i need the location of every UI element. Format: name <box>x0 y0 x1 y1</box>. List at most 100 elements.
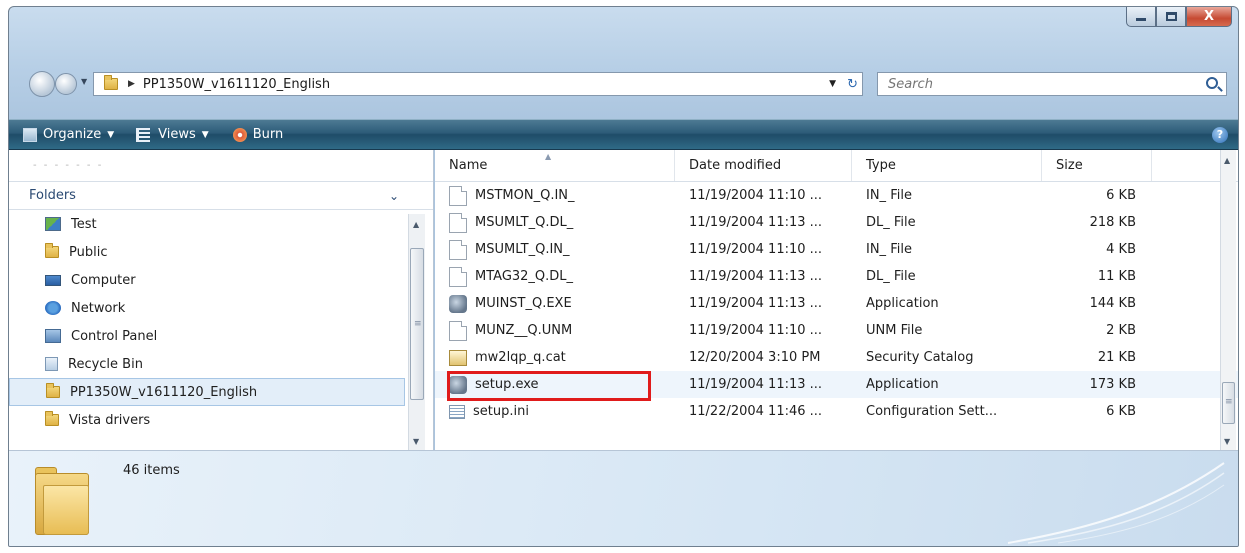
file-type: Security Catalog <box>866 350 974 365</box>
scroll-down-icon[interactable]: ▼ <box>1224 437 1230 446</box>
file-name-cell: mw2lqp_q.cat <box>435 349 675 366</box>
maximize-button[interactable] <box>1156 7 1186 27</box>
scroll-down-icon[interactable]: ▼ <box>413 437 419 446</box>
file-row[interactable]: MSUMLT_Q.IN_ 11/19/2004 11:10 ... IN_ Fi… <box>435 236 1238 263</box>
folder-tree: Test Public Computer Network Control Pan… <box>9 210 433 434</box>
file-row-setup-exe[interactable]: setup.exe 11/19/2004 11:13 ... Applicati… <box>435 371 1238 398</box>
burn-button[interactable]: Burn <box>223 127 283 142</box>
help-icon[interactable]: ? <box>1212 126 1228 143</box>
grip-icon: ≡ <box>414 319 422 329</box>
scroll-up-icon[interactable]: ▲ <box>1224 156 1230 165</box>
sidebar-item-label: Control Panel <box>71 328 158 344</box>
search-input[interactable] <box>888 76 1188 92</box>
sidebar-item-label: Network <box>71 300 126 316</box>
folder-tree-scrollbar[interactable]: ▲ ≡ ▼ <box>408 214 425 450</box>
file-name-cell: MSUMLT_Q.DL_ <box>435 212 675 233</box>
sidebar-item-test[interactable]: Test <box>9 210 433 238</box>
scroll-up-icon[interactable]: ▲ <box>413 220 419 229</box>
file-date: 11/22/2004 11:46 ... <box>689 404 823 419</box>
file-name: MUINST_Q.EXE <box>475 296 572 311</box>
address-path[interactable]: PP1350W_v1611120_English <box>143 77 330 92</box>
file-size: 11 KB <box>1097 269 1136 284</box>
sidebar-item-public[interactable]: Public <box>9 238 433 266</box>
close-button[interactable]: X <box>1186 7 1232 27</box>
chevron-down-icon: ▼ <box>201 129 209 140</box>
sidebar-item-label: Public <box>69 244 108 260</box>
file-row[interactable]: MSUMLT_Q.DL_ 11/19/2004 11:13 ... DL_ Fi… <box>435 209 1238 236</box>
control-panel-icon <box>45 329 61 343</box>
folder-front-shape <box>43 485 89 535</box>
forward-button[interactable] <box>55 73 77 95</box>
file-date: 11/19/2004 11:13 ... <box>689 296 823 311</box>
sidebar-item-recycle-bin[interactable]: Recycle Bin <box>9 350 433 378</box>
chevron-down-icon[interactable]: ⌄ <box>389 189 399 203</box>
file-name: MSTMON_Q.IN_ <box>475 188 575 203</box>
views-button[interactable]: Views ▼ <box>136 127 209 142</box>
column-header-date-modified[interactable]: Date modified <box>675 150 852 181</box>
folders-label: Folders <box>29 188 76 203</box>
file-type: DL_ File <box>866 215 916 230</box>
sidebar-item-computer[interactable]: Computer <box>9 266 433 294</box>
file-rows: MSTMON_Q.IN_ 11/19/2004 11:10 ... IN_ Fi… <box>435 182 1238 425</box>
file-type: Application <box>866 377 939 392</box>
address-dropdown-icon[interactable]: ▼ <box>829 79 836 89</box>
sidebar-item-label: Test <box>71 216 97 232</box>
configuration-file-icon <box>449 404 465 419</box>
file-name-cell: setup.ini <box>435 404 675 419</box>
file-name-cell: MUNZ__Q.UNM <box>435 320 675 341</box>
file-row[interactable]: MUINST_Q.EXE 11/19/2004 11:13 ... Applic… <box>435 290 1238 317</box>
file-icon <box>449 212 467 233</box>
file-row[interactable]: MSTMON_Q.IN_ 11/19/2004 11:10 ... IN_ Fi… <box>435 182 1238 209</box>
column-headers: ▲ Name Date modified Type Size <box>435 150 1238 182</box>
file-date: 12/20/2004 3:10 PM <box>689 350 821 365</box>
decorative-swoosh <box>1007 462 1225 544</box>
file-icon <box>449 320 467 341</box>
file-size: 6 KB <box>1106 404 1136 419</box>
column-header-size[interactable]: Size <box>1042 150 1152 181</box>
sidebar-item-control-panel[interactable]: Control Panel <box>9 322 433 350</box>
network-icon <box>45 301 61 315</box>
back-button[interactable] <box>29 71 55 97</box>
file-name: MSUMLT_Q.IN_ <box>475 242 570 257</box>
folder-icon <box>45 243 59 258</box>
file-type: Application <box>866 296 939 311</box>
file-name-cell: setup.exe <box>435 375 675 394</box>
file-name-cell: MSTMON_Q.IN_ <box>435 185 675 206</box>
file-type: Configuration Sett... <box>866 404 998 419</box>
sidebar-item-network[interactable]: Network <box>9 294 433 322</box>
folder-icon <box>46 383 60 398</box>
file-name: MSUMLT_Q.DL_ <box>475 215 574 230</box>
minimize-button[interactable] <box>1126 7 1156 27</box>
folders-header[interactable]: Folders ⌄ <box>9 182 433 210</box>
file-row[interactable]: MUNZ__Q.UNM 11/19/2004 11:10 ... UNM Fil… <box>435 317 1238 344</box>
file-name-cell: MUINST_Q.EXE <box>435 294 675 313</box>
recent-pages-dropdown-icon[interactable]: ▼ <box>81 77 87 86</box>
file-row[interactable]: mw2lqp_q.cat 12/20/2004 3:10 PM Security… <box>435 344 1238 371</box>
scrollbar-thumb[interactable]: ≡ <box>410 248 424 400</box>
scrollbar-thumb[interactable]: ≡ <box>1222 382 1235 424</box>
file-list-scrollbar[interactable]: ▲ ≡ ▼ <box>1220 150 1236 450</box>
security-catalog-icon <box>449 349 467 366</box>
file-name-cell: MTAG32_Q.DL_ <box>435 266 675 287</box>
refresh-icon[interactable]: ↻ <box>847 77 858 92</box>
organize-button[interactable]: Organize ▼ <box>23 127 114 142</box>
address-bar[interactable]: ▶ PP1350W_v1611120_English ▼ ↻ <box>93 72 863 96</box>
file-icon <box>449 266 467 287</box>
column-header-type[interactable]: Type <box>852 150 1042 181</box>
file-date: 11/19/2004 11:10 ... <box>689 323 823 338</box>
file-row[interactable]: setup.ini 11/22/2004 11:46 ... Configura… <box>435 398 1238 425</box>
test-icon <box>45 217 61 231</box>
file-name: MTAG32_Q.DL_ <box>475 269 574 284</box>
items-count: 46 items <box>123 463 180 478</box>
computer-icon <box>45 274 61 286</box>
address-row: ▼ ▶ PP1350W_v1611120_English ▼ ↻ <box>9 65 1238 101</box>
sidebar-item-pp1350w-folder[interactable]: PP1350W_v1611120_English <box>9 378 405 406</box>
column-header-name[interactable]: Name <box>435 150 675 181</box>
views-icon <box>136 127 151 142</box>
file-row[interactable]: MTAG32_Q.DL_ 11/19/2004 11:13 ... DL_ Fi… <box>435 263 1238 290</box>
breadcrumb-arrow-icon[interactable]: ▶ <box>128 79 135 89</box>
search-icon[interactable] <box>1206 77 1218 89</box>
file-date: 11/19/2004 11:10 ... <box>689 188 823 203</box>
sidebar-item-vista-drivers[interactable]: Vista drivers <box>9 406 433 434</box>
search-box[interactable] <box>877 72 1227 96</box>
